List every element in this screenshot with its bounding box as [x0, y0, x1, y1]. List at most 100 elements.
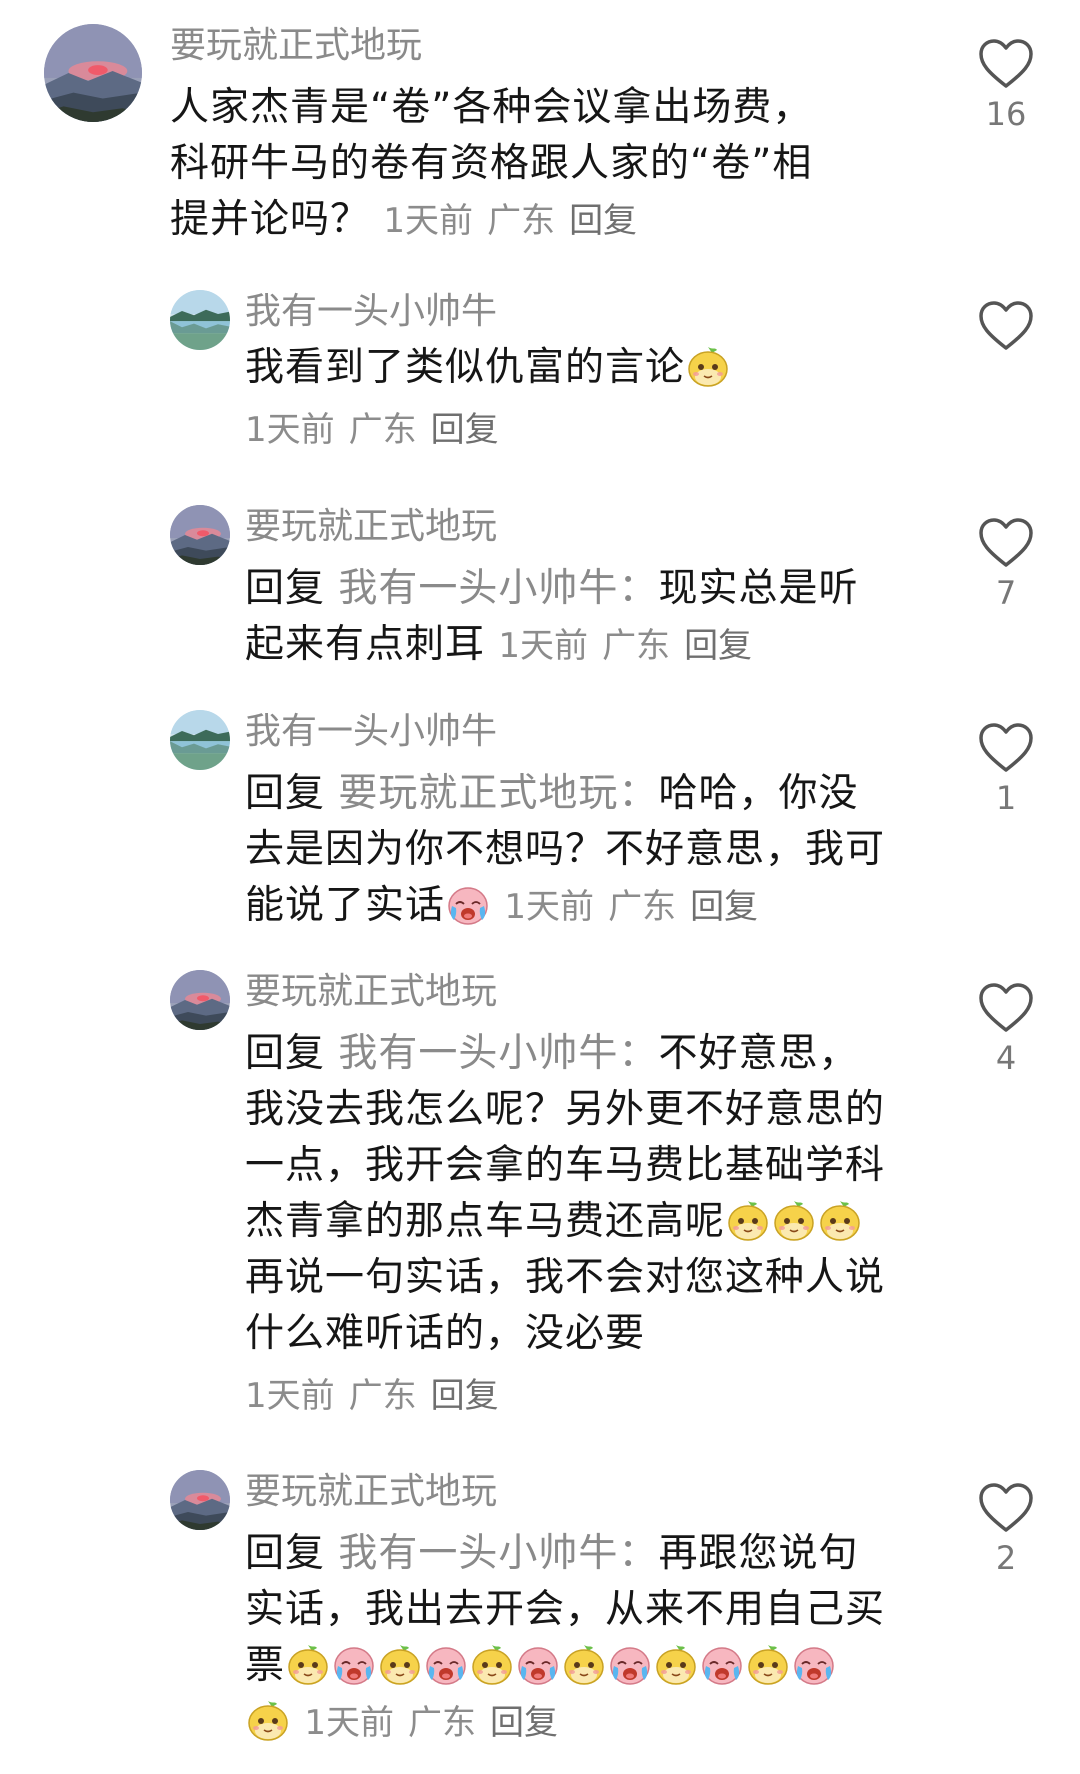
reply-button[interactable]: 回复 — [431, 410, 499, 450]
crying-face-icon — [700, 1642, 744, 1686]
like-count: 1 — [995, 779, 1017, 817]
comment-text-line: 回复 要玩就正式地玩：哈哈，你没 — [245, 766, 945, 822]
like-button[interactable]: 16 — [970, 38, 1042, 134]
like-count: 7 — [995, 574, 1017, 612]
comment-text-line: 去是因为你不想吗？不好意思，我可 — [245, 827, 886, 872]
avatar[interactable] — [170, 505, 230, 565]
avatar[interactable] — [170, 1470, 230, 1530]
heart-icon — [978, 982, 1034, 1034]
reply-prefix: 回复 — [245, 1531, 326, 1576]
avatar[interactable] — [170, 710, 230, 770]
reply-target-user[interactable]: 我有一头小帅牛： — [338, 566, 658, 611]
comment-text-line: 票 — [245, 1638, 965, 1694]
comment-time: 1天前 — [498, 626, 589, 666]
crying-face-icon — [608, 1642, 652, 1686]
heart-icon — [978, 1482, 1034, 1534]
comment-text-line: 什么难听话的，没必要 — [245, 1311, 646, 1356]
comment-text: 哈哈，你没 — [658, 771, 859, 816]
smug-face-icon — [562, 1642, 606, 1686]
reply-button[interactable]: 回复 — [431, 1376, 499, 1416]
comment-body: 回复 我有一头小帅牛：再跟您说句 实话，我出去开会，从来不用自己买 票 1天前广… — [245, 1526, 965, 1751]
lake-avatar-image — [170, 710, 230, 770]
sunset-avatar-image — [170, 970, 230, 1030]
comment-author[interactable]: 我有一头小帅牛 — [245, 290, 497, 334]
comment-text: 票 — [245, 1643, 286, 1688]
reply-button[interactable]: 回复 — [690, 887, 758, 927]
comment-region: 广东 — [348, 1376, 417, 1416]
reply-target-user[interactable]: 我有一头小帅牛： — [338, 1031, 658, 1076]
heart-icon — [978, 722, 1034, 774]
reply-target-user[interactable]: 要玩就正式地玩： — [338, 771, 658, 816]
smug-face-icon — [246, 1698, 290, 1742]
comment-time: 1天前 — [245, 1376, 335, 1416]
comment-text-line: 实话，我出去开会，从来不用自己买 — [245, 1587, 886, 1632]
heart-icon — [978, 38, 1034, 90]
comment-reply: 我有一头小帅牛 回复 要玩就正式地玩：哈哈，你没 去是因为你不想吗？不好意思，我… — [0, 710, 1080, 940]
comment-body: 人家杰青是“卷”各种会议拿出场费， 科研牛马的卷有资格跟人家的“卷”相 提并论吗… — [170, 80, 950, 249]
comment-body: 回复 我有一头小帅牛：不好意思， 我没去我怎么呢？另外更不好意思的 一点，我开会… — [245, 1026, 945, 1424]
heart-icon — [978, 517, 1034, 569]
comment-author[interactable]: 要玩就正式地玩 — [245, 1470, 497, 1514]
comment-text-line: 能说了实话 — [245, 883, 446, 928]
comment-author[interactable]: 要玩就正式地玩 — [170, 24, 422, 68]
comment-region: 广东 — [608, 887, 677, 927]
avatar[interactable] — [44, 24, 142, 122]
reply-prefix: 回复 — [245, 771, 326, 816]
smug-face-icon — [470, 1642, 514, 1686]
reply-button[interactable]: 回复 — [569, 201, 637, 241]
comment-text-line: 提并论吗？ — [170, 197, 371, 242]
comment-time: 1天前 — [383, 201, 474, 241]
smug-face-icon — [746, 1642, 790, 1686]
crying-face-icon — [792, 1642, 836, 1686]
comment-text-line: 人家杰青是“卷”各种会议拿出场费， — [170, 85, 813, 130]
smug-face-icon — [726, 1198, 770, 1242]
sunset-avatar-image — [170, 1470, 230, 1530]
smug-face-icon — [818, 1198, 862, 1242]
comment-text-line: 我没去我怎么呢？另外更不好意思的 — [245, 1087, 886, 1132]
reply-button[interactable]: 回复 — [684, 626, 752, 666]
comment-text-line: 回复 我有一头小帅牛：再跟您说句 — [245, 1526, 965, 1582]
crying-face-icon — [332, 1642, 376, 1686]
comment-reply: 要玩就正式地玩 回复 我有一头小帅牛：不好意思， 我没去我怎么呢？另外更不好意思… — [0, 970, 1080, 1430]
comment-reply: 要玩就正式地玩 回复 我有一头小帅牛：再跟您说句 实话，我出去开会，从来不用自己… — [0, 1470, 1080, 1770]
comment-time: 1天前 — [304, 1703, 395, 1743]
like-count: 2 — [995, 1539, 1017, 1577]
like-button[interactable]: 7 — [970, 517, 1042, 613]
comment-meta: 1天前 广东 回复 — [245, 402, 945, 458]
like-count: 4 — [995, 1039, 1017, 1077]
reply-prefix: 回复 — [245, 1031, 326, 1076]
like-button[interactable]: 2 — [970, 1482, 1042, 1578]
comment-text: 我看到了类似仇富的言论 — [245, 345, 686, 390]
comment-author[interactable]: 要玩就正式地玩 — [245, 970, 497, 1014]
comment-meta: 1天前 广东 回复 — [498, 626, 752, 666]
avatar[interactable] — [170, 290, 230, 350]
avatar[interactable] — [170, 970, 230, 1030]
comment-text: 不好意思， — [658, 1031, 859, 1076]
smug-face-icon — [772, 1198, 816, 1242]
comment-author[interactable]: 要玩就正式地玩 — [245, 505, 497, 549]
comment-body: 回复 我有一头小帅牛：现实总是听 起来有点刺耳 1天前 广东 回复 — [245, 561, 945, 674]
comment-text-line: 我看到了类似仇富的言论 — [245, 340, 945, 396]
like-button[interactable]: 4 — [970, 982, 1042, 1078]
comment-text-line: 回复 我有一头小帅牛：现实总是听 — [245, 561, 945, 617]
comment-text-line: 起来有点刺耳 — [245, 622, 486, 667]
reply-target-user[interactable]: 我有一头小帅牛： — [338, 1531, 658, 1576]
sunset-avatar-image — [44, 24, 142, 122]
comment-text: 再跟您说句 — [658, 1531, 859, 1576]
comment-text: 杰青拿的那点车马费还高呢 — [245, 1199, 726, 1244]
reply-prefix: 回复 — [245, 566, 326, 611]
comment-author[interactable]: 我有一头小帅牛 — [245, 710, 497, 754]
smug-face-icon — [654, 1642, 698, 1686]
comment-text-line: 一点，我开会拿的车马费比基础学科 — [245, 1143, 886, 1188]
comment-meta: 1天前 广东 回复 — [504, 887, 758, 927]
comment-text-line: 1天前 广东 回复 — [245, 1694, 965, 1751]
like-button[interactable]: 1 — [970, 722, 1042, 818]
like-button[interactable] — [970, 300, 1042, 356]
like-count: 16 — [985, 95, 1027, 133]
reply-button[interactable]: 回复 — [490, 1703, 558, 1743]
comment-reply: 要玩就正式地玩 回复 我有一头小帅牛：现实总是听 起来有点刺耳 1天前 广东 回复 … — [0, 505, 1080, 667]
comment-reply: 我有一头小帅牛 我看到了类似仇富的言论 1天前 广东 回复 — [0, 290, 1080, 450]
comment-text-line: 科研牛马的卷有资格跟人家的“卷”相 — [170, 141, 813, 186]
comment-meta: 1天前 广东 回复 — [383, 201, 637, 241]
comment-text-line: 再说一句实话，我不会对您这种人说 — [245, 1255, 886, 1300]
